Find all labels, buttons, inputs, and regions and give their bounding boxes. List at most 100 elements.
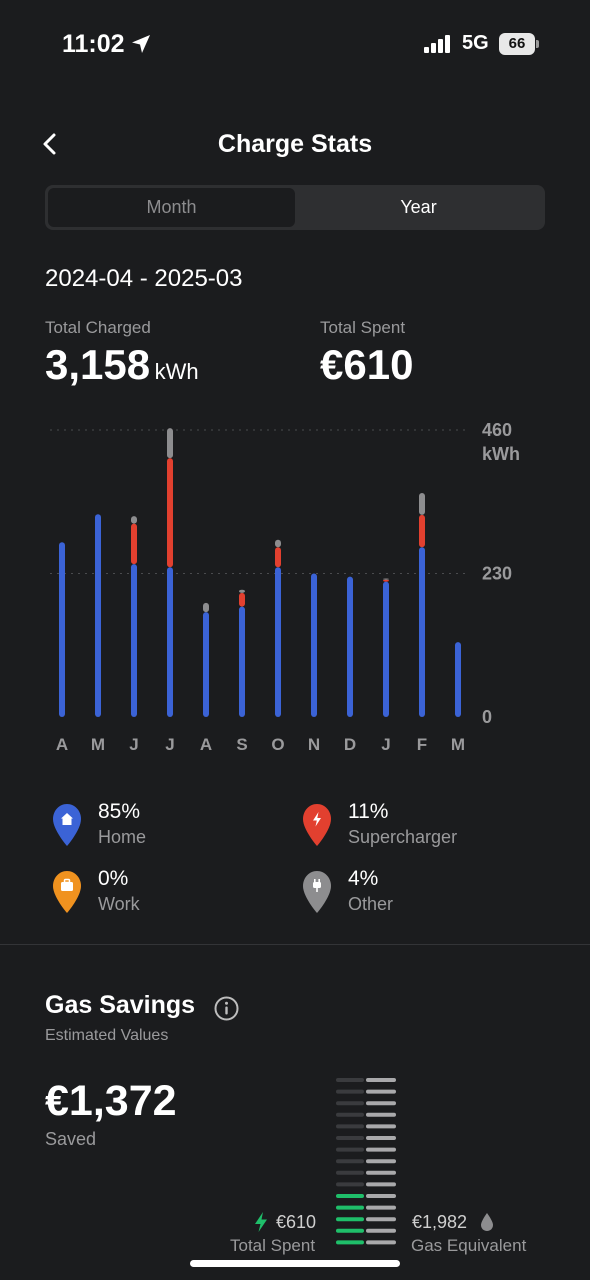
gas-bar-segment (366, 1182, 396, 1187)
gas-equivalent-value: €1,982 (412, 1212, 468, 1232)
bar-home[interactable] (383, 581, 389, 717)
legend-value: 11% (348, 800, 389, 823)
gas-savings-title: Gas Savings (45, 991, 196, 1019)
bar-supercharger[interactable] (239, 592, 245, 607)
bar-supercharger[interactable] (275, 547, 281, 568)
bar-other[interactable] (383, 578, 389, 580)
gas-comparison-bars (336, 1078, 396, 1245)
y-tick-label: 230 (482, 564, 512, 584)
legend-value: 4% (348, 867, 379, 890)
info-icon[interactable] (214, 996, 239, 1021)
total-spent-value: €610 (320, 341, 414, 388)
y-tick-label: 460 (482, 420, 512, 440)
home-indicator[interactable] (190, 1260, 400, 1267)
gas-bar-segment (366, 1101, 396, 1106)
spent-bar-segment (336, 1147, 364, 1152)
battery-icon: 66 (499, 33, 539, 55)
segment-year[interactable]: Year (295, 188, 542, 227)
spent-bar-segment (336, 1228, 364, 1233)
bar-supercharger[interactable] (167, 458, 173, 568)
bar-home[interactable] (347, 576, 353, 717)
total-spent-label: Total Spent (320, 318, 406, 337)
x-tick-label: M (451, 735, 465, 754)
charge-chart-svg: 460 230 0 kWh A M J J A S O N D J F M (50, 420, 520, 754)
segment-month[interactable]: Month (48, 188, 295, 227)
saved-value: €1,372 (45, 1077, 177, 1125)
house-icon (53, 804, 81, 846)
status-time: 11:02 (62, 30, 125, 58)
gas-bar-segment (366, 1124, 396, 1129)
bar-other[interactable] (419, 493, 425, 515)
bar-other[interactable] (203, 602, 209, 613)
battery-level: 66 (508, 35, 526, 52)
bar-home[interactable] (95, 514, 101, 717)
spent-bar-segment (336, 1159, 364, 1164)
spent-bar-segment (336, 1078, 364, 1082)
spent-bar-segment (336, 1205, 364, 1210)
bar-other[interactable] (131, 516, 137, 524)
legend-value: 0% (98, 867, 129, 890)
signal-strength-icon (424, 35, 450, 53)
legend-name: Supercharger (348, 827, 458, 847)
gas-bar-segment (366, 1089, 396, 1094)
gas-equivalent-label: Gas Equivalent (411, 1236, 527, 1255)
gas-bar-segment (366, 1217, 396, 1222)
total-charged-label: Total Charged (45, 318, 151, 337)
bar-other[interactable] (167, 428, 173, 459)
total-charged: 3,158 kWh (45, 341, 199, 389)
x-tick-label: O (271, 735, 284, 754)
spent-bar-segment (336, 1136, 364, 1140)
section-divider (0, 944, 590, 945)
bar-supercharger[interactable] (383, 579, 389, 582)
x-tick-label: S (236, 735, 247, 754)
gas-bar-segment (366, 1170, 396, 1175)
bar-home[interactable] (131, 564, 137, 717)
bolt-icon (303, 804, 331, 846)
spent-bar-segment (336, 1112, 364, 1117)
gas-bar-segment (366, 1228, 396, 1233)
x-tick-label: A (200, 735, 212, 754)
gas-total-spent-label: Total Spent (230, 1236, 316, 1255)
gas-bar-segment (366, 1205, 396, 1210)
saved-label: Saved (45, 1129, 97, 1149)
bar-home[interactable] (167, 567, 173, 717)
bar-home[interactable] (455, 642, 461, 717)
bar-home[interactable] (311, 573, 317, 718)
gas-bar-segment (366, 1078, 396, 1082)
legend-name: Work (98, 894, 140, 914)
x-tick-label: N (308, 735, 320, 754)
gas-bar-segment (366, 1240, 396, 1245)
gas-bar-segment (366, 1112, 396, 1117)
bar-home[interactable] (203, 612, 209, 717)
gas-bar-segment (366, 1194, 396, 1198)
bar-home[interactable] (59, 542, 65, 717)
date-range: 2024-04 - 2025-03 (45, 265, 243, 292)
bar-home[interactable] (419, 547, 425, 717)
gas-bar-segment (366, 1136, 396, 1140)
bar-home[interactable] (275, 567, 281, 717)
spent-bar-segment (336, 1170, 364, 1175)
gas-bar-segment (366, 1159, 396, 1164)
spent-bar-segment (336, 1194, 364, 1198)
x-tick-label: M (91, 735, 105, 754)
network-type: 5G (462, 32, 489, 54)
gas-savings-subtitle: Estimated Values (45, 1027, 169, 1044)
bolt-icon (255, 1212, 267, 1232)
bar-home[interactable] (239, 606, 245, 717)
bar-other[interactable] (275, 539, 281, 548)
x-tick-label: A (56, 735, 68, 754)
legend-value: 85% (98, 800, 141, 823)
spent-bar-segment (336, 1240, 364, 1245)
bar-supercharger[interactable] (419, 514, 425, 548)
plug-icon (303, 871, 331, 913)
gas-total-spent-value: €610 (276, 1212, 317, 1232)
spent-bar-segment (336, 1089, 364, 1094)
bar-supercharger[interactable] (131, 523, 137, 565)
spent-bar-segment (336, 1217, 364, 1222)
bar-other[interactable] (239, 589, 245, 593)
charge-chart[interactable]: 460 230 0 kWh A M J J A S O N D J F M (0, 410, 590, 760)
total-charged-value: 3,158 (45, 341, 151, 388)
y-tick-label: 0 (482, 707, 492, 727)
gas-bar-segment (366, 1147, 396, 1152)
spent-bar-segment (336, 1124, 364, 1129)
